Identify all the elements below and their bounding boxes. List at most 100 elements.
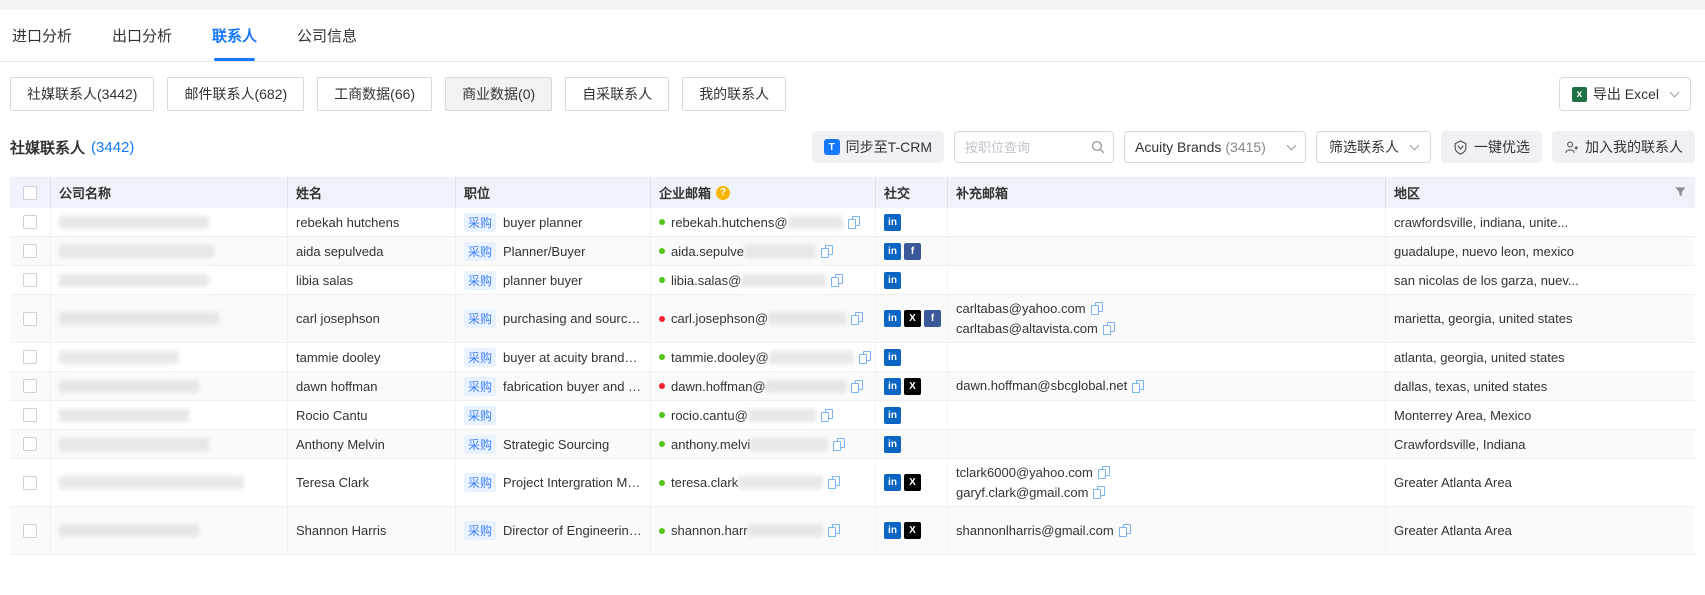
copy-icon[interactable] xyxy=(1132,380,1144,393)
email-address[interactable]: rebekah.hutchens@ xyxy=(671,215,788,230)
extra-email-text[interactable]: carltabas@yahoo.com xyxy=(956,299,1086,319)
company-name-redacted[interactable] xyxy=(59,409,189,422)
copy-icon[interactable] xyxy=(833,438,845,451)
x-icon[interactable]: X xyxy=(904,378,921,395)
row-checkbox[interactable] xyxy=(23,312,37,326)
copy-icon[interactable] xyxy=(1119,524,1131,537)
copy-icon[interactable] xyxy=(851,312,863,325)
tab-contacts[interactable]: 联系人 xyxy=(212,25,257,61)
linkedin-icon[interactable]: in xyxy=(884,474,901,491)
select-all-checkbox[interactable] xyxy=(23,186,37,200)
company-name-redacted[interactable] xyxy=(59,351,179,364)
company-name-redacted[interactable] xyxy=(59,438,209,451)
email-address[interactable]: teresa.clark xyxy=(671,475,738,490)
copy-icon[interactable] xyxy=(859,351,871,364)
company-name-redacted[interactable] xyxy=(59,312,219,325)
company-select[interactable]: Acuity Brands (3415) xyxy=(1124,131,1306,163)
person-plus-icon xyxy=(1564,140,1579,155)
cell-email: shannon.harr xyxy=(650,507,875,554)
email-address[interactable]: aida.sepulve xyxy=(671,244,744,259)
linkedin-icon[interactable]: in xyxy=(884,272,901,289)
email-address[interactable]: tammie.dooley@ xyxy=(671,350,769,365)
filter-commercial-data[interactable]: 商业数据(0) xyxy=(445,77,552,111)
x-icon[interactable]: X xyxy=(904,474,921,491)
row-checkbox[interactable] xyxy=(23,379,37,393)
add-to-my-contacts-button[interactable]: 加入我的联系人 xyxy=(1552,131,1695,163)
tab-export-analysis[interactable]: 出口分析 xyxy=(112,25,172,61)
filter-contacts-button[interactable]: 筛选联系人 xyxy=(1316,131,1431,163)
row-checkbox[interactable] xyxy=(23,524,37,538)
x-icon[interactable]: X xyxy=(904,522,921,539)
company-name-redacted[interactable] xyxy=(59,524,199,537)
linkedin-icon[interactable]: in xyxy=(884,522,901,539)
row-checkbox[interactable] xyxy=(23,476,37,490)
email-address[interactable]: anthony.melvi xyxy=(671,437,750,452)
email-address[interactable]: rocio.cantu@ xyxy=(671,408,748,423)
linkedin-icon[interactable]: in xyxy=(884,214,901,231)
sync-to-tcrm-button[interactable]: T 同步至T-CRM xyxy=(812,131,944,163)
table-row: Rocio Cantu采购rocio.cantu@inMonterrey Are… xyxy=(10,401,1695,430)
one-click-optimize-button[interactable]: 一键优选 xyxy=(1441,131,1542,163)
filter-social-contacts[interactable]: 社媒联系人(3442) xyxy=(10,77,154,111)
email-address[interactable]: dawn.hoffman@ xyxy=(671,379,766,394)
row-checkbox[interactable] xyxy=(23,437,37,451)
cell-position: 采购Director of Engineering, S... xyxy=(455,507,650,554)
section-count: (3442) xyxy=(91,139,134,156)
cell-social: inXf xyxy=(875,295,947,342)
filter-business-registry[interactable]: 工商数据(66) xyxy=(317,77,432,111)
row-checkbox[interactable] xyxy=(23,273,37,287)
copy-icon[interactable] xyxy=(848,216,860,229)
company-name-redacted[interactable] xyxy=(59,380,199,393)
position-search-input[interactable] xyxy=(963,139,1091,156)
copy-icon[interactable] xyxy=(821,245,833,258)
copy-icon[interactable] xyxy=(851,380,863,393)
x-icon[interactable]: X xyxy=(904,310,921,327)
tab-company-info[interactable]: 公司信息 xyxy=(297,25,357,61)
linkedin-icon[interactable]: in xyxy=(884,310,901,327)
row-checkbox[interactable] xyxy=(23,244,37,258)
extra-email-text[interactable]: carltabas@altavista.com xyxy=(956,319,1098,339)
copy-icon[interactable] xyxy=(1098,466,1110,479)
filter-email-contacts[interactable]: 邮件联系人(682) xyxy=(167,77,304,111)
company-name-redacted[interactable] xyxy=(59,245,214,258)
copy-icon[interactable] xyxy=(831,274,843,287)
extra-email-text[interactable]: tclark6000@yahoo.com xyxy=(956,463,1093,483)
filter-my-contacts[interactable]: 我的联系人 xyxy=(682,77,786,111)
email-address[interactable]: shannon.harr xyxy=(671,523,748,538)
cell-company xyxy=(50,401,287,429)
copy-icon[interactable] xyxy=(1103,322,1115,335)
email-address[interactable]: carl.josephson@ xyxy=(671,311,768,326)
email-status-dot xyxy=(659,528,665,534)
linkedin-icon[interactable]: in xyxy=(884,378,901,395)
extra-email-text[interactable]: garyf.clark@gmail.com xyxy=(956,483,1088,503)
linkedin-icon[interactable]: in xyxy=(884,407,901,424)
linkedin-icon[interactable]: in xyxy=(884,243,901,260)
copy-icon[interactable] xyxy=(828,476,840,489)
email-address[interactable]: libia.salas@ xyxy=(671,273,741,288)
filter-funnel-icon[interactable] xyxy=(1674,186,1687,199)
extra-email-text[interactable]: shannonlharris@gmail.com xyxy=(956,521,1114,541)
filter-self-collected[interactable]: 自采联系人 xyxy=(565,77,669,111)
facebook-icon[interactable]: f xyxy=(924,310,941,327)
company-select-count: (3415) xyxy=(1225,139,1282,155)
row-checkbox[interactable] xyxy=(23,350,37,364)
copy-icon[interactable] xyxy=(828,524,840,537)
facebook-icon[interactable]: f xyxy=(904,243,921,260)
email-status-dot xyxy=(659,354,665,360)
copy-icon[interactable] xyxy=(1093,486,1105,499)
copy-icon[interactable] xyxy=(1091,302,1103,315)
cell-company xyxy=(50,237,287,265)
copy-icon[interactable] xyxy=(821,409,833,422)
company-name-redacted[interactable] xyxy=(59,274,209,287)
linkedin-icon[interactable]: in xyxy=(884,349,901,366)
row-checkbox[interactable] xyxy=(23,408,37,422)
linkedin-icon[interactable]: in xyxy=(884,436,901,453)
company-name-redacted[interactable] xyxy=(59,216,209,229)
help-icon[interactable]: ? xyxy=(716,186,730,200)
row-checkbox[interactable] xyxy=(23,215,37,229)
cell-checkbox xyxy=(10,295,50,342)
export-excel-button[interactable]: x 导出 Excel xyxy=(1559,77,1691,111)
extra-email-text[interactable]: dawn.hoffman@sbcglobal.net xyxy=(956,376,1127,396)
company-name-redacted[interactable] xyxy=(59,476,244,489)
tab-import-analysis[interactable]: 进口分析 xyxy=(12,25,72,61)
